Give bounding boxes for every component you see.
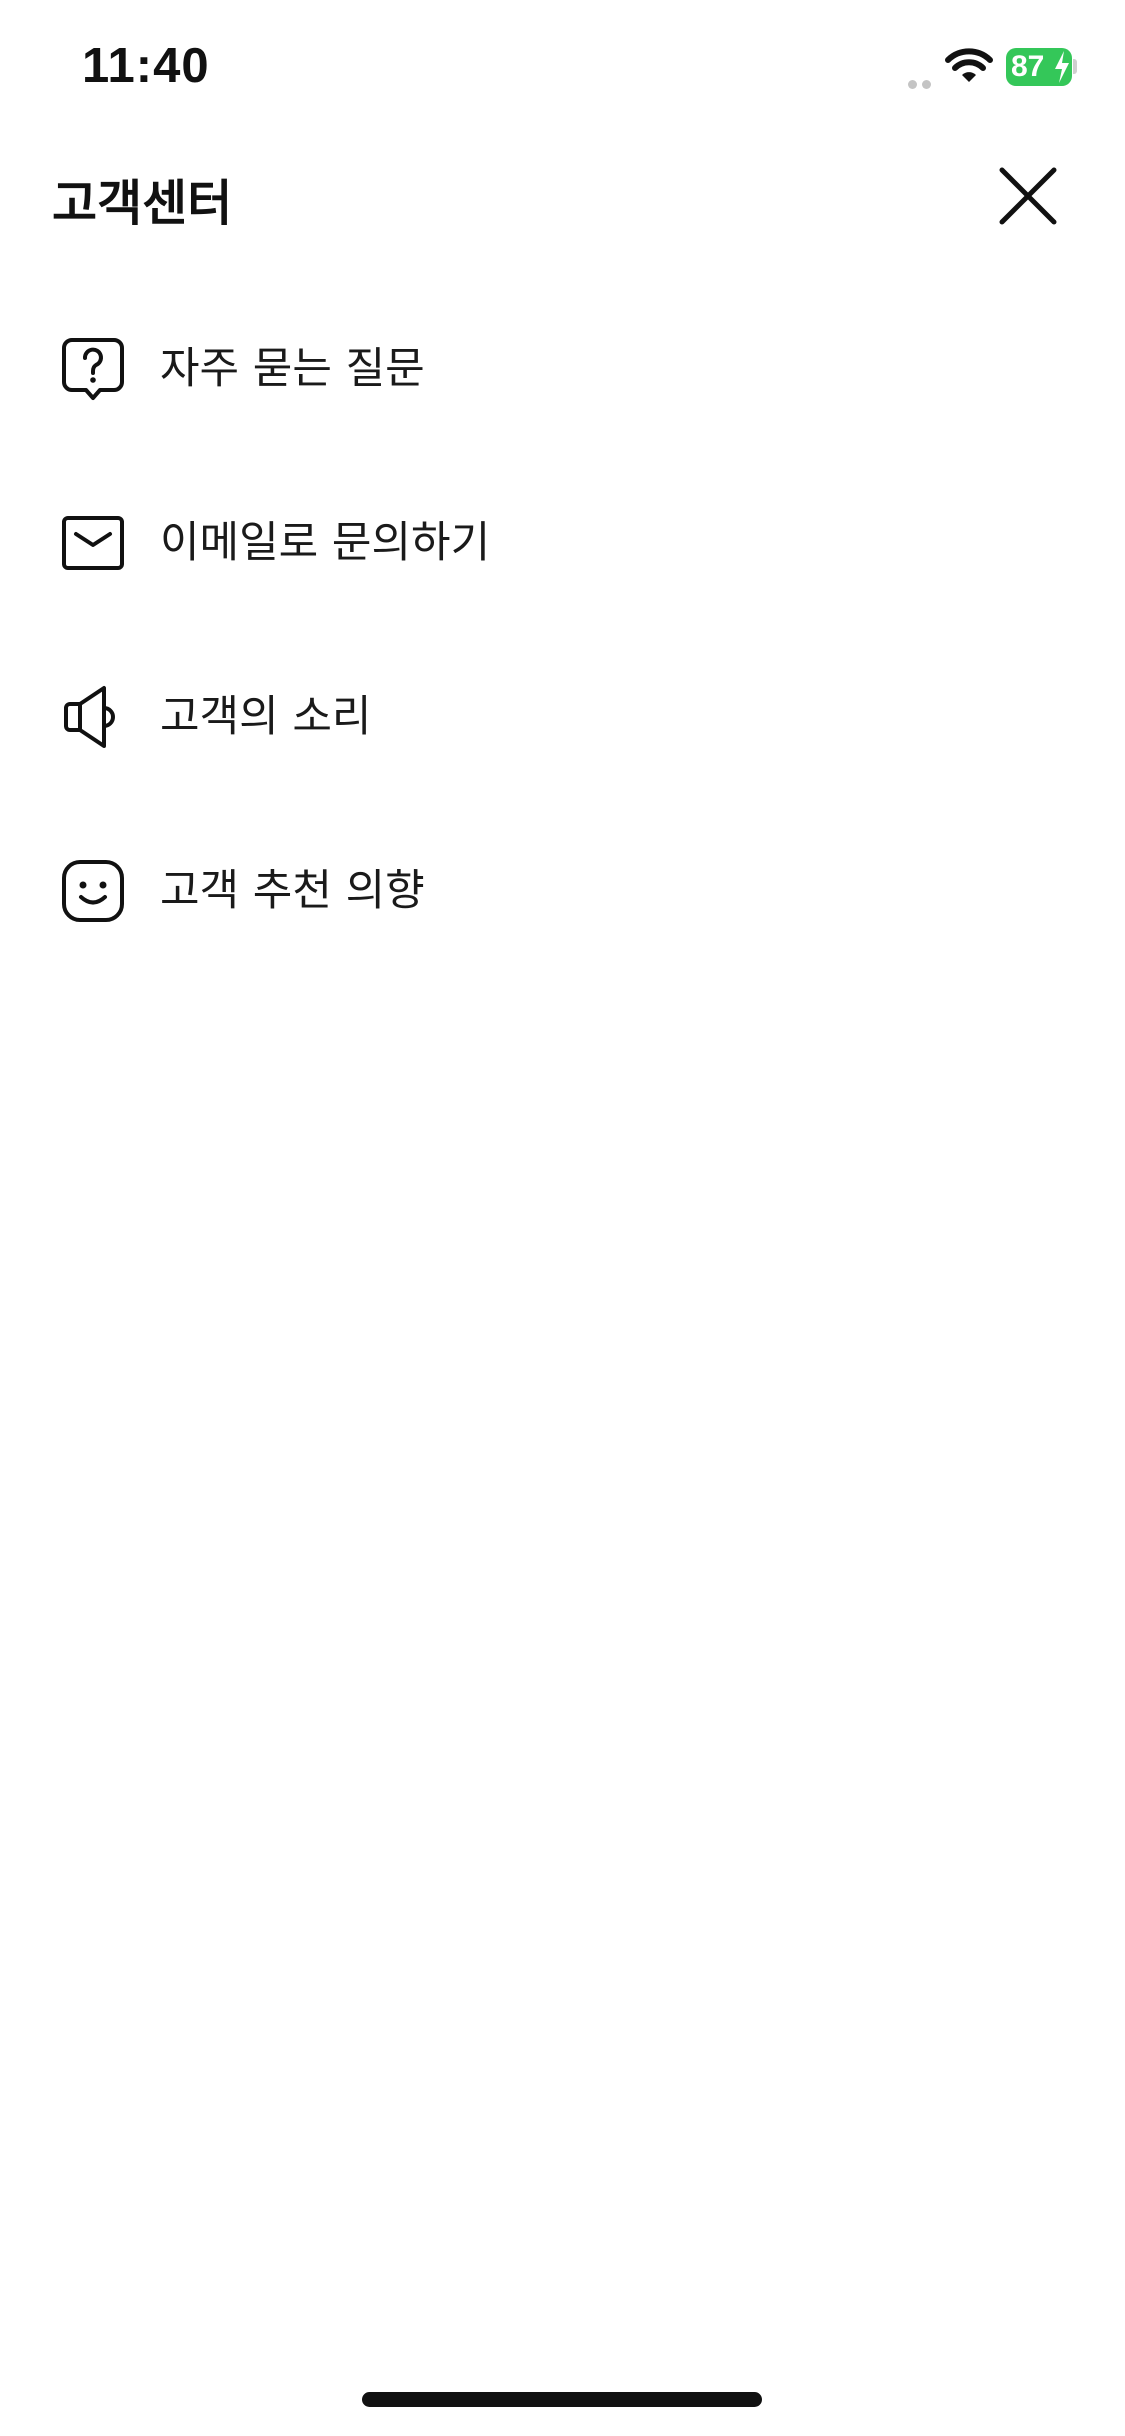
menu-item-label: 고객 추천 의향 [160,866,425,916]
menu-item-recommendation-intent[interactable]: 고객 추천 의향 [0,817,1125,991]
close-icon [999,167,1057,225]
home-indicator[interactable] [362,2392,762,2407]
question-bubble-icon [62,338,124,400]
charging-bolt-icon [1055,51,1069,83]
page-title: 고객센터 [52,175,233,232]
support-menu: 자주 묻는 질문 이메일로 문의하기 고객의 소리 고객 추천 의향 [0,295,1125,991]
status-bar: 11:40 87 [0,0,1125,140]
mail-icon [62,516,124,570]
menu-item-label: 이메일로 문의하기 [160,518,491,568]
menu-item-customer-voice[interactable]: 고객의 소리 [0,643,1125,817]
smile-face-icon [62,860,124,922]
status-time: 11:40 [82,39,210,93]
menu-item-faq[interactable]: 자주 묻는 질문 [0,295,1125,469]
menu-item-label: 자주 묻는 질문 [160,344,425,394]
menu-item-label: 고객의 소리 [160,692,372,742]
battery-cap [1073,59,1077,74]
wifi-icon [945,48,993,82]
close-button[interactable] [994,162,1062,230]
cellular-signal-icon [908,74,936,93]
header: 고객센터 [0,140,1125,250]
megaphone-icon [64,686,115,748]
battery-percent: 87 [1011,50,1045,83]
menu-item-email-inquiry[interactable]: 이메일로 문의하기 [0,469,1125,643]
